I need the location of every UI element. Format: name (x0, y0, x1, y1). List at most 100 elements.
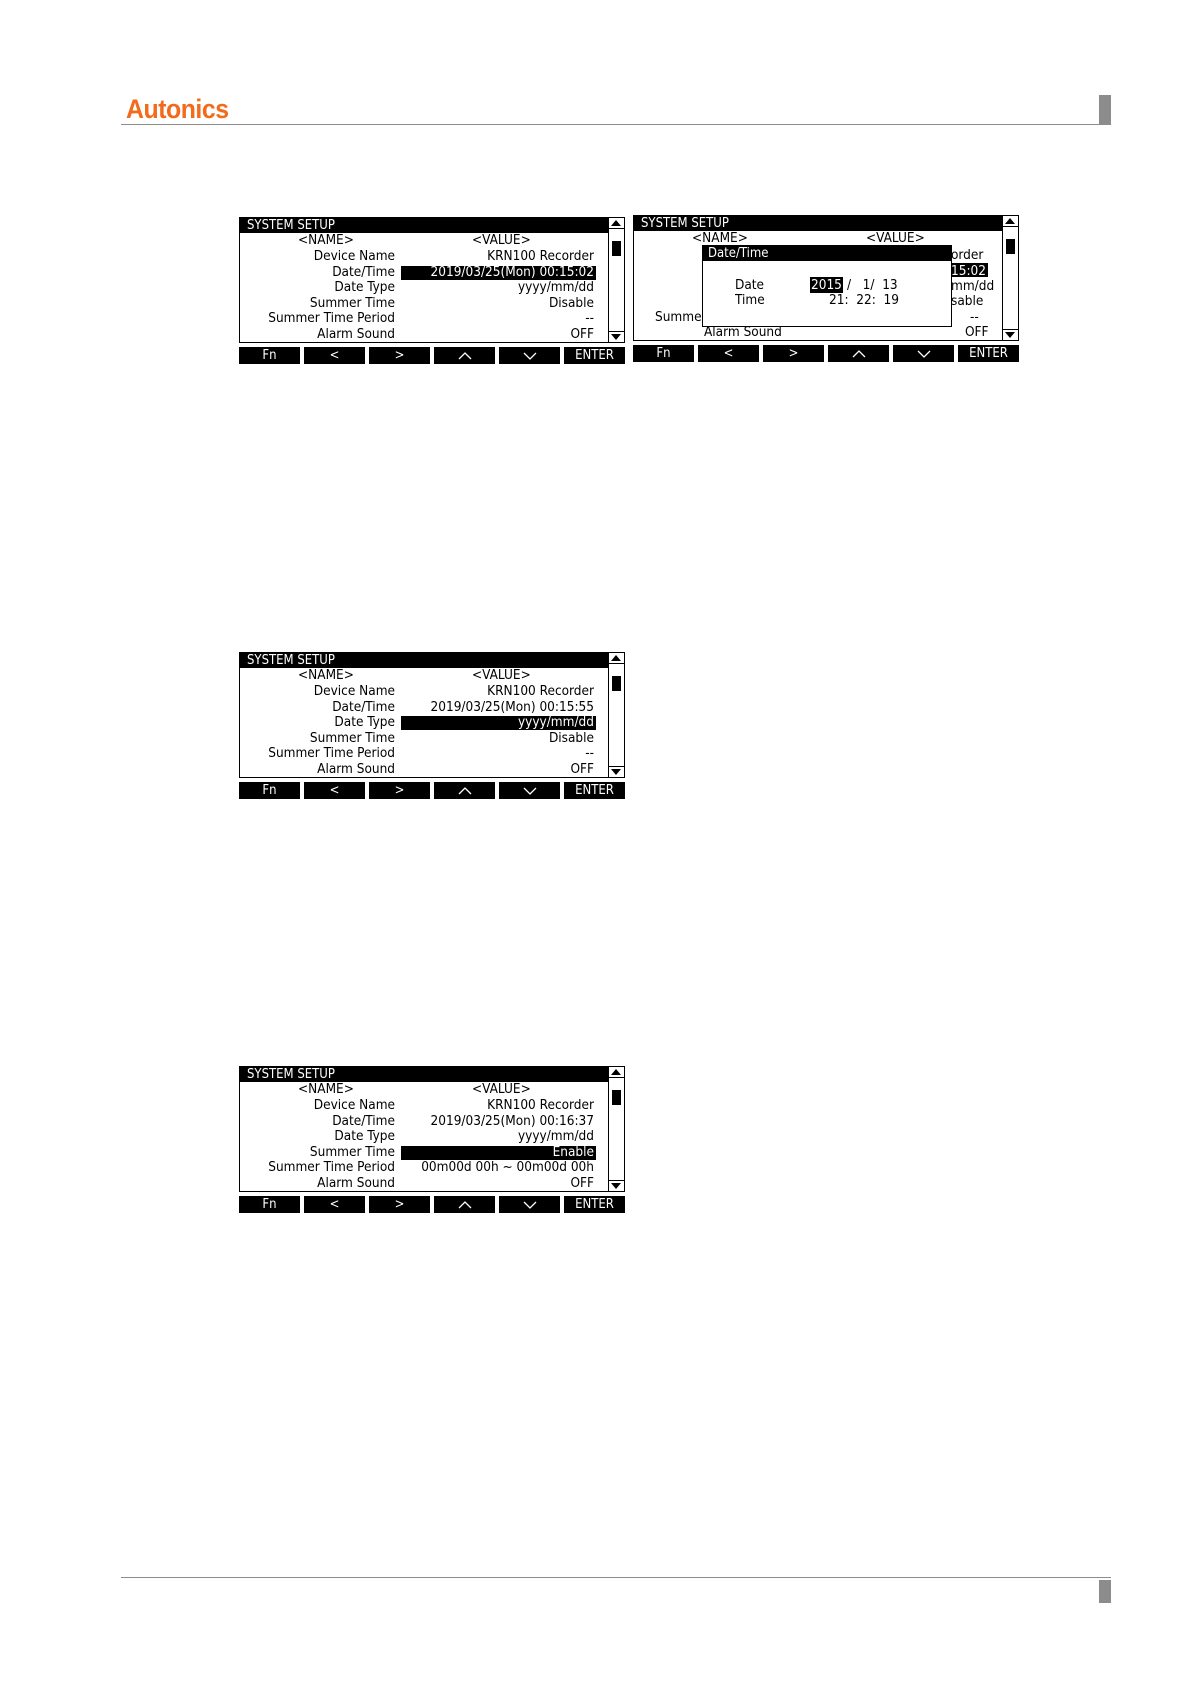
left-key[interactable]: < (304, 347, 365, 364)
setting-row[interactable]: Summer Time Period -- (240, 311, 610, 327)
scroll-down-arrow-icon[interactable] (611, 769, 621, 775)
chevron-up-icon (458, 1201, 471, 1209)
setting-row[interactable]: Alarm Sound OFF (240, 761, 610, 777)
fn-key[interactable]: Fn (633, 345, 694, 362)
scroll-down-arrow-icon[interactable] (611, 334, 621, 340)
enter-key[interactable]: ENTER (564, 347, 625, 364)
scrollbar[interactable] (608, 653, 624, 777)
left-key[interactable]: < (698, 345, 759, 362)
month-day-field[interactable]: / 1/ 13 (847, 277, 898, 293)
setting-row[interactable]: Alarm Sound OFF (240, 1175, 610, 1191)
enter-key[interactable]: ENTER (564, 782, 625, 799)
left-key[interactable]: < (304, 1196, 365, 1213)
column-header-value: <VALUE> (472, 232, 531, 248)
scroll-up-arrow-icon[interactable] (611, 220, 621, 226)
fn-key[interactable]: Fn (239, 782, 300, 799)
setting-value: yyyy/mm/dd (517, 279, 594, 296)
setting-row[interactable]: Device Name KRN100 Recorder (240, 683, 610, 700)
right-key[interactable]: > (369, 1196, 430, 1213)
setting-name: Date Type (334, 1128, 395, 1145)
right-key[interactable]: > (763, 345, 824, 362)
scrollbar[interactable] (1002, 216, 1018, 340)
up-key[interactable]: ^ (434, 347, 495, 364)
right-key[interactable]: > (369, 782, 430, 799)
down-key[interactable]: v (499, 1196, 560, 1213)
setting-row[interactable]: Device Name KRN100 Recorder (240, 1097, 610, 1114)
screen-title: SYSTEM SETUP (240, 1067, 610, 1082)
time-field[interactable]: 21: 22: 19 (829, 292, 899, 308)
setting-value: -- (585, 310, 594, 327)
function-key-bar: Fn<>^vENTER (633, 345, 1019, 362)
setting-name: Date Type (334, 714, 395, 731)
scroll-down-arrow-icon[interactable] (611, 1183, 621, 1189)
setting-row[interactable]: Date Type yyyy/mm/dd (240, 1128, 610, 1145)
setting-row[interactable]: Alarm Sound OFF (240, 326, 610, 342)
enter-key[interactable]: ENTER (958, 345, 1019, 362)
setting-value: Enable (552, 1143, 594, 1160)
screen-title: SYSTEM SETUP (240, 653, 610, 668)
scroll-thumb[interactable] (612, 676, 621, 691)
footer-rule (121, 1577, 1111, 1578)
year-field[interactable]: 2015 (810, 277, 843, 293)
setting-name: Alarm Sound (317, 1175, 395, 1191)
up-key[interactable]: ^ (828, 345, 889, 362)
up-key[interactable]: ^ (434, 1196, 495, 1213)
setting-value: Disable (548, 294, 594, 311)
autonics-logo: Autonics (126, 94, 229, 124)
setting-name: Alarm Sound (317, 761, 395, 777)
scroll-up-arrow-icon[interactable] (611, 655, 621, 661)
down-key[interactable]: v (893, 345, 954, 362)
setting-name: Device Name (313, 248, 395, 264)
scrollbar[interactable] (608, 218, 624, 342)
right-key[interactable]: > (369, 347, 430, 364)
enter-key[interactable]: ENTER (564, 1196, 625, 1213)
setting-row[interactable]: Summer Time Period 00m00d 00h ~ 00m00d 00… (240, 1160, 610, 1176)
left-key[interactable]: < (304, 782, 365, 799)
function-key-bar: Fn<>^vENTER (239, 347, 625, 364)
chevron-up-icon (852, 350, 865, 358)
setting-row[interactable]: Date Type yyyy/mm/dd (240, 714, 610, 731)
system-setup-screen-datetype: SYSTEM SETUP <NAME> <VALUE> Device Name K… (239, 652, 625, 800)
setting-name: Device Name (313, 1097, 395, 1113)
setting-row[interactable]: Date/Time 2019/03/25(Mon) 00:15:55 (240, 699, 610, 716)
setting-row[interactable]: Summer Time Enable (240, 1143, 610, 1161)
setting-value: KRN100 Recorder (487, 248, 594, 264)
chevron-down-icon (523, 1201, 536, 1209)
setting-row[interactable]: Summer Time Disable (240, 294, 610, 312)
setting-name: Summer Time Period (268, 745, 395, 762)
down-key[interactable]: v (499, 782, 560, 799)
setting-row[interactable]: Date/Time 2019/03/25(Mon) 00:16:37 (240, 1113, 610, 1130)
setting-name: Date Type (334, 279, 395, 296)
fn-key[interactable]: Fn (239, 347, 300, 364)
scroll-thumb[interactable] (612, 241, 621, 256)
setting-value: KRN100 Recorder (487, 683, 594, 699)
setting-value: 00m00d 00h ~ 00m00d 00h (421, 1159, 594, 1176)
setting-name: Summer Time Period (268, 310, 395, 327)
setting-name: Device Name (313, 683, 395, 699)
scroll-thumb[interactable] (1006, 239, 1015, 254)
up-key[interactable]: ^ (434, 782, 495, 799)
page-tab-bottom (1099, 1580, 1111, 1603)
setting-row[interactable]: Summer Time Period -- (240, 746, 610, 762)
scroll-up-arrow-icon[interactable] (1005, 218, 1015, 224)
setting-name: Summer Time (309, 294, 395, 311)
setting-name: Date/Time (332, 263, 395, 280)
scroll-thumb[interactable] (612, 1090, 621, 1105)
screen-title: SYSTEM SETUP (240, 218, 610, 233)
scroll-down-arrow-icon[interactable] (1005, 332, 1015, 338)
scrollbar[interactable] (608, 1067, 624, 1191)
setting-row[interactable]: Date/Time 2019/03/25(Mon) 00:15:02 (240, 263, 610, 281)
system-setup-screen-summertime: SYSTEM SETUP <NAME> <VALUE> Device Name K… (239, 1066, 625, 1214)
setting-value: OFF (570, 1175, 594, 1191)
row-value-partial: sable (951, 293, 984, 309)
system-setup-screen-datetime-popup: SYSTEM SETUP <NAME> <VALUE> order 15:02 … (633, 215, 1019, 363)
setting-row[interactable]: Date Type yyyy/mm/dd (240, 279, 610, 296)
setting-row[interactable]: Device Name KRN100 Recorder (240, 248, 610, 265)
row-value-partial: 15:02 (951, 263, 986, 279)
setting-row[interactable]: Summer Time Disable (240, 730, 610, 747)
setting-value: KRN100 Recorder (487, 1097, 594, 1113)
setting-value: 2019/03/25(Mon) 00:15:02 (430, 263, 594, 280)
fn-key[interactable]: Fn (239, 1196, 300, 1213)
scroll-up-arrow-icon[interactable] (611, 1069, 621, 1075)
down-key[interactable]: v (499, 347, 560, 364)
